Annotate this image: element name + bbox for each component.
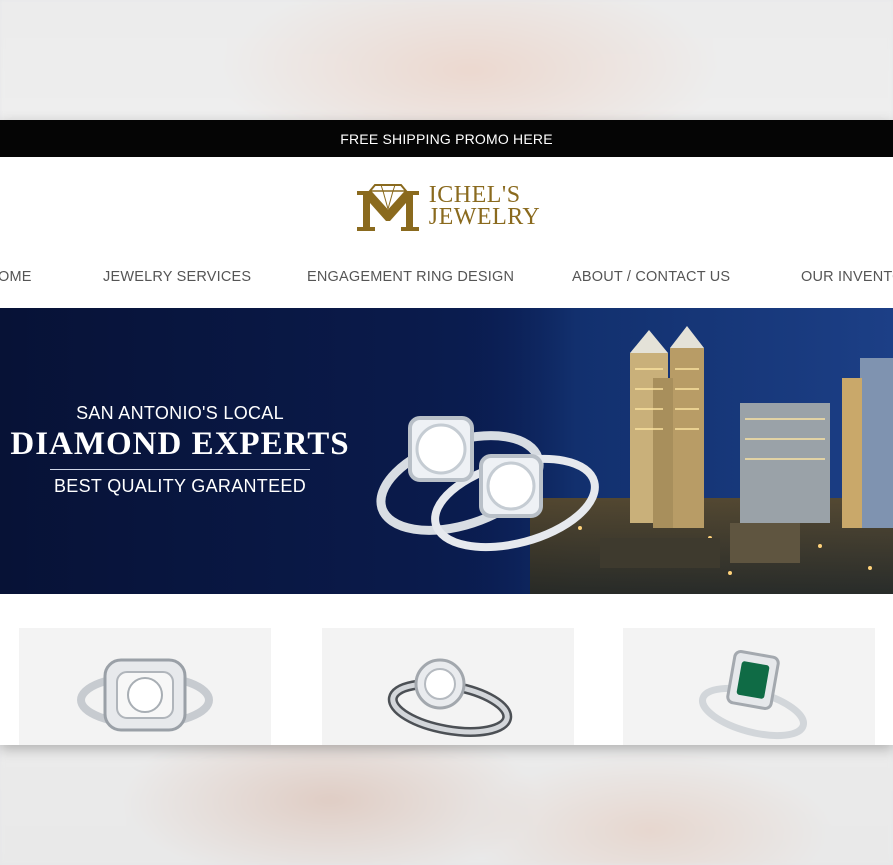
round-halo-ring-icon (387, 658, 513, 737)
promo-bar: FREE SHIPPING PROMO HERE (0, 120, 893, 157)
hero-banner[interactable]: SAN ANTONIO'S LOCAL DIAMOND EXPERTS BEST… (0, 308, 893, 594)
nav-item-jewelry-services[interactable]: JEWELRY SERVICES (103, 269, 251, 285)
nav-item-home[interactable]: OME (0, 269, 32, 285)
product-row (0, 628, 893, 745)
logo-m-diamond-icon (356, 184, 419, 231)
brand-name: ICHEL'S JEWELRY (428, 182, 541, 230)
brand-line-1: ICHEL'S (428, 182, 521, 208)
hero-copy: SAN ANTONIO'S LOCAL DIAMOND EXPERTS BEST… (0, 403, 360, 497)
hero-tagline: BEST QUALITY GARANTEED (54, 476, 306, 496)
header: ICHEL'S JEWELRY (0, 157, 893, 255)
main-nav: OME JEWELRY SERVICES ENGAGEMENT RING DES… (0, 255, 893, 307)
hero-headline: DIAMOND EXPERTS (10, 426, 350, 462)
promo-text: FREE SHIPPING PROMO HERE (340, 130, 553, 147)
emerald-ring-icon (699, 650, 807, 740)
brand-line-2: JEWELRY (428, 204, 541, 230)
wedding-rings-icon (376, 416, 599, 552)
website-mockup: FREE SHIPPING PROMO HERE ICHEL'S JEWELRY… (0, 120, 893, 745)
product-card[interactable] (19, 628, 271, 745)
nav-item-our-inventory[interactable]: OUR INVENTO (801, 269, 893, 285)
product-card[interactable] (623, 628, 875, 745)
hero-divider (50, 469, 310, 470)
nav-item-about-contact[interactable]: ABOUT / CONTACT US (572, 269, 730, 285)
hero-kicker: SAN ANTONIO'S LOCAL (76, 403, 284, 423)
nav-item-engagement-ring-design[interactable]: ENGAGEMENT RING DESIGN (307, 269, 514, 285)
brand-logo[interactable]: ICHEL'S JEWELRY (353, 181, 541, 231)
halo-diamond-ring-icon (77, 658, 213, 732)
product-card[interactable] (322, 628, 574, 745)
